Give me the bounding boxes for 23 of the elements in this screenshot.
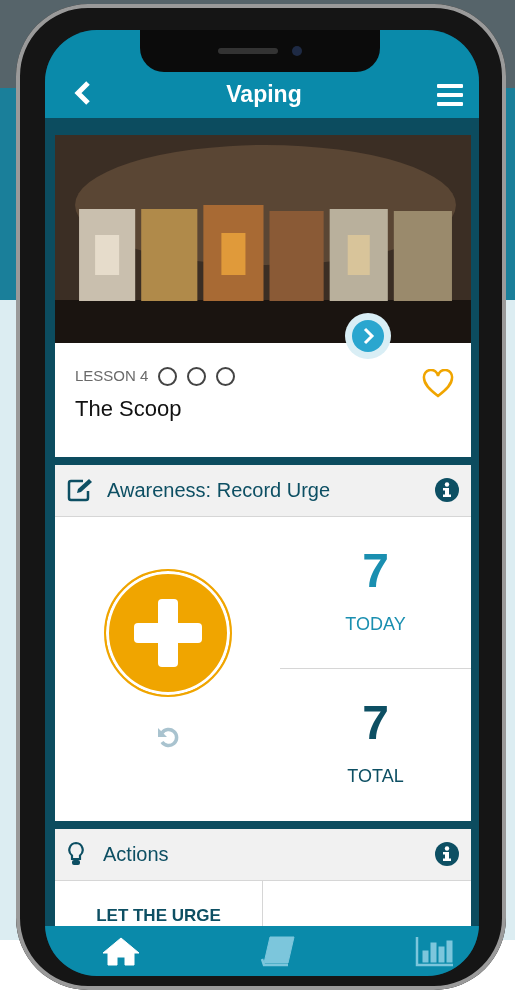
screen-title: Vaping	[226, 83, 302, 106]
chevron-right-icon	[352, 320, 384, 352]
stat-value: 7	[362, 546, 389, 595]
lightbulb-icon	[67, 841, 85, 867]
home-icon[interactable]	[101, 935, 141, 967]
lesson-title: The Scoop	[75, 394, 183, 423]
lesson-card[interactable]: LESSON 4 The Scoop	[55, 135, 471, 457]
bar-chart-icon[interactable]	[415, 935, 455, 967]
edit-icon	[67, 478, 95, 502]
stat-label: TODAY	[345, 612, 406, 636]
lesson-number: LESSON 4	[75, 366, 149, 386]
heart-icon[interactable]	[421, 369, 455, 399]
info-icon[interactable]	[435, 842, 459, 866]
plus-icon	[133, 598, 202, 667]
menu-icon[interactable]	[437, 84, 463, 106]
stat-value: 7	[362, 699, 389, 748]
stat-label: TOTAL	[347, 765, 404, 789]
section-title: Awareness: Record Urge	[107, 478, 332, 503]
back-icon[interactable]	[73, 80, 91, 106]
info-icon[interactable]	[435, 478, 459, 502]
next-button[interactable]	[345, 313, 391, 359]
section-title: Actions	[103, 842, 170, 867]
book-icon[interactable]	[258, 935, 298, 967]
